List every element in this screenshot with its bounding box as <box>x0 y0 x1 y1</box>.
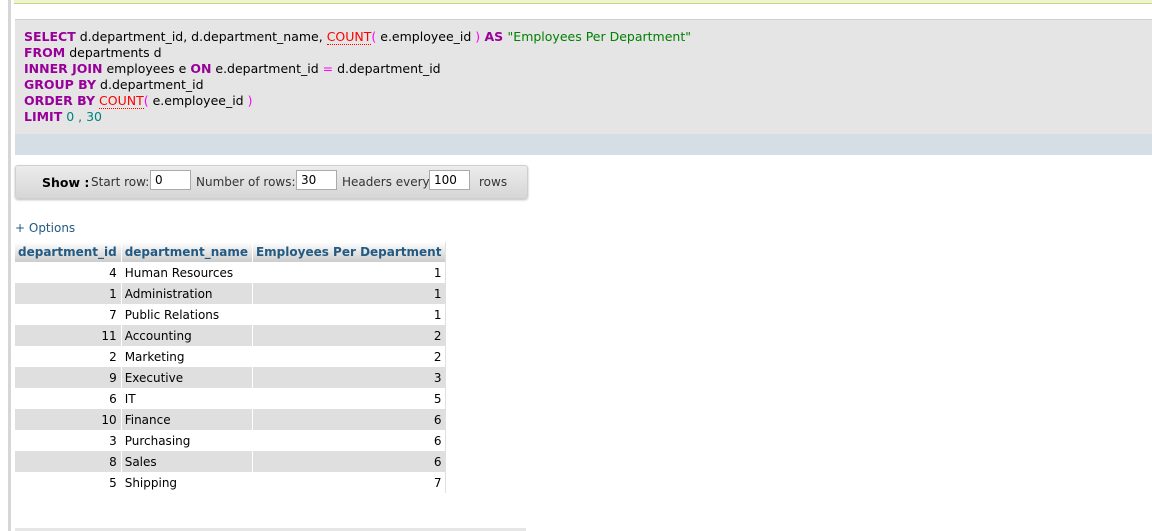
sql-query-footer <box>15 134 1152 155</box>
show-label: Show : <box>42 175 90 190</box>
cell-department-name: Sales <box>121 451 253 472</box>
sql-text: e.employee_id <box>380 29 472 44</box>
cell-department-id: 4 <box>15 262 122 283</box>
table-row[interactable]: 9 Executive 3 <box>15 367 447 388</box>
cell-department-id: 10 <box>15 409 122 430</box>
cell-department-name: Marketing <box>121 346 253 367</box>
sql-text: e.employee_id <box>152 93 244 108</box>
sql-paren: ) <box>243 93 253 108</box>
cell-department-id: 8 <box>15 451 122 472</box>
table-row[interactable]: 10 Finance 6 <box>15 409 447 430</box>
cell-department-id: 2 <box>15 346 122 367</box>
left-border <box>8 0 11 531</box>
cell-department-id: 1 <box>15 283 122 304</box>
sql-number: 0 <box>62 109 75 124</box>
cell-department-name: IT <box>121 388 253 409</box>
cell-department-id: 5 <box>15 472 122 493</box>
sql-keyword[interactable]: LIMIT <box>24 109 62 124</box>
cell-employee-count: 3 <box>252 367 447 388</box>
sql-operator: = <box>322 61 334 76</box>
sql-paren: ( <box>143 93 153 108</box>
sql-comma: , <box>74 109 87 124</box>
table-row[interactable]: 8 Sales 6 <box>15 451 447 472</box>
sql-text: d.department_id <box>96 77 204 92</box>
sql-keyword[interactable]: GROUP BY <box>24 77 96 92</box>
sql-keyword[interactable]: FROM <box>24 45 65 60</box>
sql-keyword[interactable]: SELECT <box>24 29 76 44</box>
table-row[interactable]: 1 Administration 1 <box>15 283 447 304</box>
sql-paren: ( <box>371 29 381 44</box>
sql-text: e.department_id <box>211 61 323 76</box>
table-body: 4 Human Resources 1 1 Administration 1 7 Public… <box>15 262 447 493</box>
table-header-row: department_id department_name Employees … <box>15 242 447 262</box>
cell-department-id: 3 <box>15 430 122 451</box>
cell-department-id: 9 <box>15 367 122 388</box>
cell-department-name: Executive <box>121 367 253 388</box>
cell-department-id: 6 <box>15 388 122 409</box>
cell-employee-count: 2 <box>252 346 447 367</box>
number-of-rows-input[interactable] <box>296 170 337 190</box>
column-header-department-name[interactable]: department_name <box>121 242 253 262</box>
number-of-rows-label: Number of rows: <box>196 175 296 189</box>
sql-paren: ) <box>471 29 481 44</box>
rows-label: rows <box>479 175 508 189</box>
cell-employee-count: 6 <box>252 451 447 472</box>
cell-department-name: Shipping <box>121 472 253 493</box>
start-row-input[interactable] <box>150 170 191 190</box>
sql-function[interactable]: COUNT <box>99 93 144 109</box>
cell-employee-count: 2 <box>252 325 447 346</box>
sql-keyword[interactable]: INNER JOIN <box>24 61 102 76</box>
cell-department-name: Public Relations <box>121 304 253 325</box>
headers-every-label: Headers every <box>342 175 430 189</box>
sql-keyword[interactable]: AS <box>480 29 507 44</box>
cell-department-id: 11 <box>15 325 122 346</box>
cell-department-name: Human Resources <box>121 262 253 283</box>
cell-employee-count: 1 <box>252 283 447 304</box>
table-row[interactable]: 7 Public Relations 1 <box>15 304 447 325</box>
table-row[interactable]: 4 Human Resources 1 <box>15 262 447 283</box>
cell-department-name: Accounting <box>121 325 253 346</box>
sql-string: "Employees Per Department" <box>507 29 691 44</box>
success-message-bar <box>14 0 1152 4</box>
start-row-label: Start row: <box>91 175 150 189</box>
cell-department-id: 7 <box>15 304 122 325</box>
sql-text: d.department_id, d.department_name, <box>75 29 327 44</box>
cell-employee-count: 1 <box>252 304 447 325</box>
cell-employee-count: 6 <box>252 409 447 430</box>
options-link[interactable]: + Options <box>15 221 75 235</box>
cell-department-name: Finance <box>121 409 253 430</box>
sql-query-box: SELECT d.department_id, d.department_nam… <box>15 19 1152 135</box>
cell-employee-count: 5 <box>252 388 447 409</box>
table-row[interactable]: 3 Purchasing 6 <box>15 430 447 451</box>
column-header-employees-per-department[interactable]: Employees Per Department <box>252 242 447 262</box>
results-table: department_id department_name Employees … <box>15 242 447 493</box>
sql-text: d.department_id <box>333 61 441 76</box>
sql-keyword[interactable]: ON <box>190 61 211 76</box>
cell-employee-count: 1 <box>252 262 447 283</box>
table-row[interactable]: 11 Accounting 2 <box>15 325 447 346</box>
table-row[interactable]: 5 Shipping 7 <box>15 472 447 493</box>
cell-employee-count: 6 <box>252 430 447 451</box>
sql-query-code: SELECT d.department_id, d.department_nam… <box>24 29 691 125</box>
sql-text: employees e <box>102 61 191 76</box>
sql-function[interactable]: COUNT <box>326 29 372 45</box>
sql-number: 30 <box>86 109 102 124</box>
table-row[interactable]: 2 Marketing 2 <box>15 346 447 367</box>
cell-employee-count: 7 <box>252 472 447 493</box>
headers-every-input[interactable] <box>429 170 470 190</box>
column-header-department-id[interactable]: department_id <box>15 242 122 262</box>
sql-text: departments d <box>65 45 162 60</box>
cell-department-name: Administration <box>121 283 253 304</box>
table-row[interactable]: 6 IT 5 <box>15 388 447 409</box>
navigation-bar: Show : Start row: Number of rows: Header… <box>15 165 528 199</box>
sql-keyword[interactable]: ORDER BY <box>24 93 95 108</box>
cell-department-name: Purchasing <box>121 430 253 451</box>
